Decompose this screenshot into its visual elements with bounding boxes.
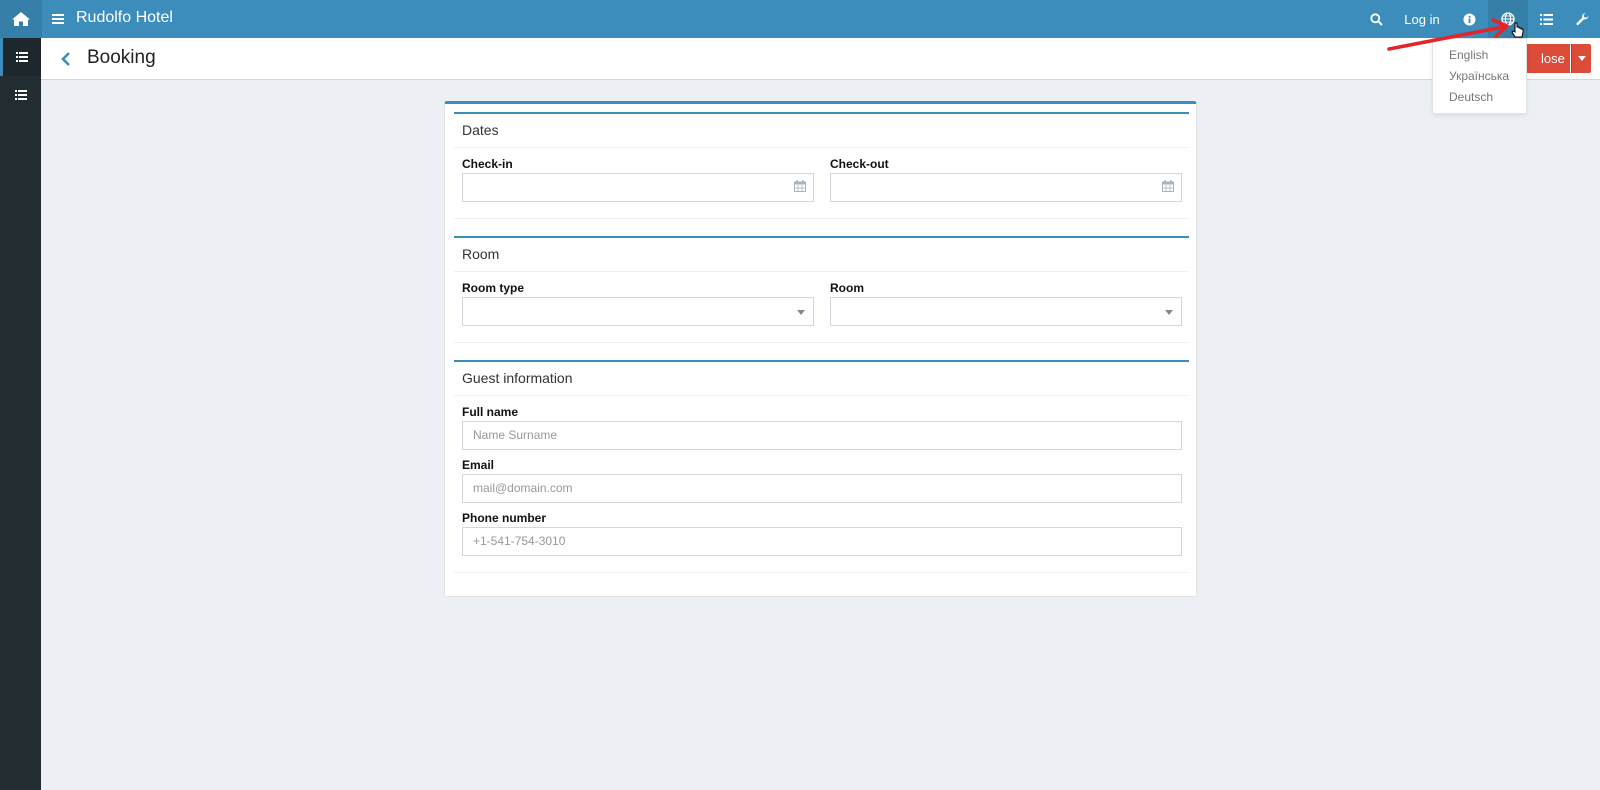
settings-button[interactable]: [1568, 0, 1596, 38]
hamburger-icon: [52, 14, 64, 24]
email-label: Email: [462, 458, 495, 472]
top-navbar: Rudolfo Hotel Log in: [0, 0, 1600, 38]
page-header: Booking lose: [41, 38, 1600, 80]
home-button[interactable]: [0, 0, 42, 38]
checkout-label: Check-out: [830, 157, 889, 171]
booking-form-card: Dates Check-in Check-out Room Room type …: [444, 101, 1197, 597]
close-dropdown-toggle[interactable]: [1571, 44, 1591, 73]
calendar-icon: [1162, 180, 1174, 192]
room-type-label: Room type: [462, 281, 525, 295]
phone-number-label: Phone number: [462, 511, 547, 525]
language-option-german[interactable]: Deutsch: [1449, 90, 1493, 104]
checkin-label: Check-in: [462, 157, 513, 171]
room-label: Room: [830, 281, 864, 295]
caret-down-icon: [1577, 56, 1586, 61]
list-icon: [16, 52, 28, 62]
list-icon: [1539, 13, 1553, 25]
calendar-icon: [794, 180, 806, 192]
wrench-icon: [1575, 12, 1588, 25]
guest-information-section: Guest information Full name Name Surname…: [454, 360, 1189, 587]
chevron-left-icon: [61, 52, 70, 66]
sidebar-item-list[interactable]: [0, 76, 41, 114]
checkin-field[interactable]: [462, 173, 814, 202]
list-view-button[interactable]: [1532, 0, 1560, 38]
checkout-field[interactable]: [830, 173, 1182, 202]
section-title-guest: Guest information: [462, 370, 573, 386]
pointer-cursor-icon: [1511, 22, 1524, 38]
list-icon: [14, 90, 27, 100]
email-input[interactable]: mail@domain.com: [462, 474, 1182, 503]
full-name-label: Full name: [462, 405, 519, 419]
section-divider: [454, 395, 1189, 396]
section-title-room: Room: [462, 246, 500, 262]
full-name-input[interactable]: Name Surname: [462, 421, 1182, 450]
search-icon: [1369, 12, 1383, 26]
menu-toggle-button[interactable]: [52, 11, 66, 27]
dates-section: Dates Check-in Check-out: [454, 112, 1189, 219]
back-button[interactable]: [61, 50, 75, 68]
language-option-ukrainian[interactable]: Українська: [1449, 69, 1509, 83]
sidebar: [0, 38, 41, 790]
annotation-arrow: [1387, 18, 1509, 51]
section-divider: [454, 342, 1189, 343]
chevron-down-icon: [797, 310, 805, 315]
section-title-dates: Dates: [462, 122, 499, 138]
chevron-down-icon: [1165, 310, 1173, 315]
brand-title[interactable]: Rudolfo Hotel: [76, 9, 173, 27]
phone-number-input[interactable]: +1-541-754-3010: [462, 527, 1182, 556]
section-divider: [454, 218, 1189, 219]
sidebar-item-bookings[interactable]: [0, 38, 41, 76]
page-title: Booking: [87, 47, 156, 68]
room-select[interactable]: [830, 297, 1182, 326]
room-type-select[interactable]: [462, 297, 814, 326]
section-divider: [454, 572, 1189, 573]
section-divider: [454, 271, 1189, 272]
room-section: Room Room type Room: [454, 236, 1189, 343]
home-icon: [12, 12, 30, 26]
section-divider: [454, 147, 1189, 148]
